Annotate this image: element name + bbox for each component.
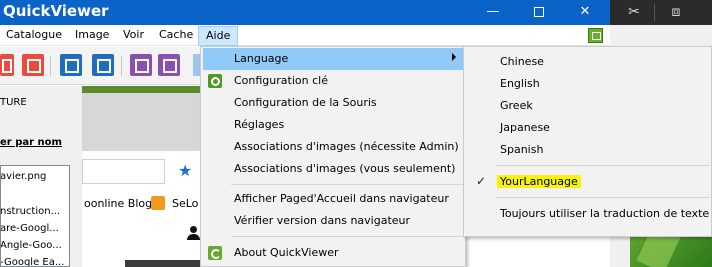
menu-item-label: Vérifier version dans navigateur <box>234 214 411 227</box>
list-item[interactable]: Angle-Goo... <box>1 240 62 251</box>
previous-icon[interactable] <box>0 54 14 76</box>
list-item[interactable]: are-Googl... <box>1 223 59 234</box>
page-left-icon[interactable] <box>130 54 152 76</box>
file-list[interactable]: avier.png nstruction... are-Googl... Ang… <box>0 165 70 267</box>
list-item[interactable]: avier.png <box>1 171 46 182</box>
list-item[interactable]: -Google Ea... <box>1 257 64 266</box>
window-title: QuickViewer <box>3 2 109 20</box>
menu-item-label: Configuration clé <box>234 74 328 87</box>
list-item[interactable]: nstruction... <box>1 206 60 217</box>
catalog-panel: TURE er par nom avier.png nstruction... … <box>0 86 82 267</box>
menu-item-label: Afficher Paged'Accueil dans navigateur <box>234 192 449 205</box>
list-icon[interactable] <box>22 54 44 76</box>
menu-item-check-version[interactable]: Vérifier version dans navigateur <box>203 210 463 232</box>
page-right-icon[interactable] <box>158 54 180 76</box>
person-icon[interactable] <box>187 226 200 240</box>
bookmark-link[interactable]: oonline Blog <box>84 197 152 210</box>
rss-icon <box>151 196 165 210</box>
menu-item-label: Toujours utiliser la traduction de texte <box>500 207 710 220</box>
menu-item-label: Greek <box>500 99 533 112</box>
menu-separator <box>496 165 710 166</box>
minimize-icon: — <box>486 4 500 19</box>
toolbar-divider <box>654 4 655 21</box>
page-banner <box>82 86 200 93</box>
menu-item-associations-user[interactable]: Associations d'images (vous seulement) <box>203 158 463 180</box>
about-icon <box>208 246 222 260</box>
title-bar: QuickViewer — ✕ <box>0 0 610 25</box>
external-link-icon[interactable] <box>588 28 603 43</box>
menu-item-label: Associations d'images (nécessite Admin) <box>234 140 459 153</box>
close-icon: ✕ <box>579 4 591 19</box>
maximize-icon <box>534 6 544 17</box>
language-option-japanese[interactable]: Japanese <box>466 117 710 139</box>
close-button[interactable]: ✕ <box>562 0 608 25</box>
submenu-arrow-icon <box>452 53 456 61</box>
menu-aide[interactable]: Aide <box>198 26 239 46</box>
language-option-greek[interactable]: Greek <box>466 95 710 117</box>
menu-item-label: Associations d'images (vous seulement) <box>234 162 456 175</box>
menu-item-always-translate[interactable]: Toujours utiliser la traduction de texte <box>466 203 710 225</box>
menu-item-homepage[interactable]: Afficher Paged'Accueil dans navigateur <box>203 188 463 210</box>
language-submenu: Chinese English Greek Japanese Spanish ✓… <box>463 46 712 237</box>
key-icon <box>208 74 222 88</box>
menu-bar: Catalogue Image Voir Cache Aide <box>0 25 610 46</box>
menu-item-associations-admin[interactable]: Associations d'images (nécessite Admin) <box>203 136 463 158</box>
maximize-button[interactable] <box>516 0 562 25</box>
aide-menu: Language Configuration clé Configuration… <box>200 46 466 267</box>
toolbar <box>0 47 200 85</box>
menu-cache[interactable]: Cache <box>159 28 193 41</box>
menu-separator <box>496 197 710 198</box>
menu-voir[interactable]: Voir <box>123 28 144 41</box>
menu-item-label: Spanish <box>500 143 544 156</box>
panel-label: TURE <box>0 97 27 108</box>
menu-item-label: Japanese <box>500 121 550 134</box>
page-search-input[interactable] <box>82 159 165 184</box>
menu-item-label: About QuickViewer <box>234 246 339 259</box>
language-option-chinese[interactable]: Chinese <box>466 51 710 73</box>
menu-image[interactable]: Image <box>75 28 109 41</box>
menu-item-label: Language <box>234 52 289 65</box>
menu-item-label: Configuration de la Souris <box>234 96 377 109</box>
menu-item-label: YourLanguage <box>497 175 581 188</box>
rotate-icon[interactable] <box>60 54 82 76</box>
scissors-icon[interactable]: ✂ <box>624 3 644 22</box>
language-option-spanish[interactable]: Spanish <box>466 139 710 161</box>
toolbar-separator <box>50 56 51 76</box>
sort-by-name-link[interactable]: er par nom <box>0 137 62 148</box>
menu-item-label: Chinese <box>500 55 544 68</box>
browser-toolbar-strip: ✂ ⧈ <box>610 0 712 25</box>
menu-item-label: English <box>500 77 540 90</box>
menu-catalogue[interactable]: Catalogue <box>6 28 62 41</box>
frame-icon[interactable]: ⧈ <box>666 3 686 22</box>
checkmark-icon: ✓ <box>476 174 487 188</box>
menu-item-language[interactable]: Language <box>203 48 463 70</box>
menu-item-about[interactable]: About QuickViewer <box>203 242 463 264</box>
language-option-english[interactable]: English <box>466 73 710 95</box>
menu-item-settings[interactable]: Réglages <box>203 114 463 136</box>
export-icon[interactable] <box>92 54 114 76</box>
star-icon[interactable]: ★ <box>178 161 192 180</box>
menu-item-key-config[interactable]: Configuration clé <box>203 70 463 92</box>
bookmark-link[interactable]: SeLo <box>172 197 198 210</box>
menu-item-mouse-config[interactable]: Configuration de la Souris <box>203 92 463 114</box>
menu-separator <box>231 184 463 185</box>
page-footer <box>125 260 200 267</box>
page-header-area <box>82 93 200 151</box>
toolbar-separator <box>121 56 122 76</box>
menu-item-label: Réglages <box>234 118 285 131</box>
minimize-button[interactable]: — <box>470 0 516 25</box>
menu-separator <box>231 236 463 237</box>
language-option-yourlanguage[interactable]: ✓ YourLanguage <box>466 171 710 193</box>
